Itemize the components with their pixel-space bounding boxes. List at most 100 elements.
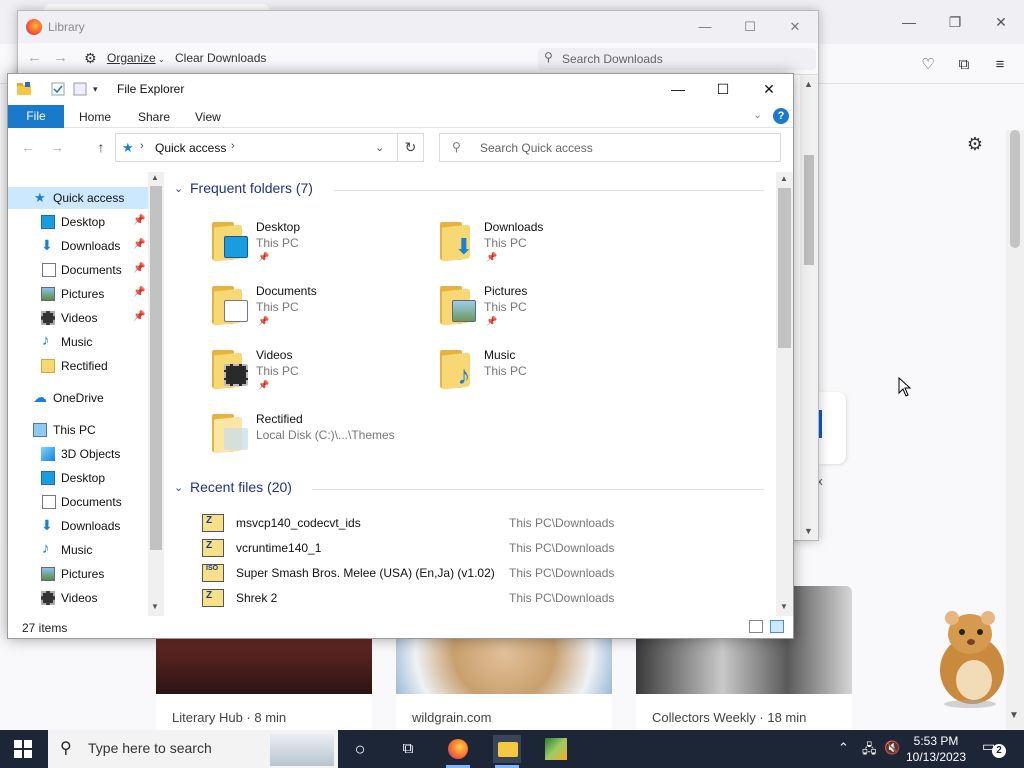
scroll-up-arrow-icon[interactable]: ▲ <box>151 173 159 182</box>
forward-arrow-icon[interactable]: → <box>53 49 68 66</box>
extensions-icon[interactable]: ⧉ <box>953 54 975 76</box>
scroll-up-arrow-icon[interactable]: ▲ <box>780 174 788 183</box>
scroll-up-arrow-icon[interactable]: ▲ <box>804 79 813 89</box>
sidebar-item-music-pc[interactable]: ♪ Music <box>8 539 148 561</box>
address-bar[interactable]: ★ › Quick access › ⌄ <box>115 133 398 162</box>
sidebar-item-quick-access[interactable]: ★ Quick access <box>8 187 148 209</box>
browser-maximize-button[interactable]: ❐ <box>943 10 967 34</box>
sidebar-item-this-pc[interactable]: This PC <box>8 419 148 441</box>
pin-icon: 📌 <box>133 287 146 298</box>
sidebar-item-videos-pc[interactable]: Videos <box>8 587 148 609</box>
expand-ribbon-chevron-icon[interactable]: ⌄ <box>753 108 762 121</box>
folder-tile-rectified[interactable]: Rectified Local Disk (C:)\...\Themes <box>210 406 420 464</box>
recent-files-header[interactable]: ⌄ Recent files (20) <box>174 479 766 499</box>
scroll-down-arrow-icon[interactable]: ▼ <box>151 602 159 611</box>
chevron-down-icon[interactable]: ⌄ <box>375 141 384 154</box>
explorer-maximize-button[interactable]: ☐ <box>708 78 738 100</box>
library-minimize-button[interactable]: — <box>692 17 718 37</box>
scroll-down-arrow-icon[interactable]: ▼ <box>780 602 788 611</box>
task-view-icon[interactable]: ⧉ <box>394 735 422 763</box>
explorer-minimize-button[interactable]: — <box>663 78 693 100</box>
library-maximize-button[interactable]: ☐ <box>737 17 763 37</box>
sidebar-item-rectified[interactable]: Rectified <box>8 355 148 377</box>
scrollbar-thumb[interactable] <box>150 186 162 550</box>
sidebar-item-3d-objects[interactable]: 3D Objects <box>8 443 148 465</box>
refresh-button[interactable]: ↻ <box>398 133 424 162</box>
tab-view[interactable]: View <box>195 110 221 124</box>
sidebar-item-documents[interactable]: Documents 📌 <box>8 259 148 281</box>
library-scrollbar[interactable]: ▲ ▼ <box>800 75 818 540</box>
taskbar-search-input[interactable]: ⚲ Type here to search <box>48 730 338 768</box>
list-item[interactable]: Z Shrek 2 This PC\Downloads <box>202 587 622 609</box>
frequent-folders-header[interactable]: ⌄ Frequent folders (7) <box>174 180 766 200</box>
volume-muted-icon[interactable]: 🔇 <box>884 740 900 756</box>
taskbar-file-explorer[interactable] <box>493 735 521 768</box>
scroll-down-arrow-icon[interactable]: ▼ <box>804 526 813 536</box>
sidebar-item-videos[interactable]: Videos 📌 <box>8 307 148 329</box>
sidebar-item-label: 3D Objects <box>61 447 121 461</box>
search-input[interactable]: ⚲ Search Quick access <box>439 133 781 162</box>
shortcut-card[interactable] <box>818 392 846 464</box>
list-item[interactable]: Z msvcp140_codecvt_ids This PC\Downloads <box>202 512 622 534</box>
cortana-icon[interactable]: ○ <box>346 735 374 763</box>
collapse-chevron-icon[interactable]: ⌄ <box>174 182 183 195</box>
organize-button[interactable]: Organize <box>107 51 156 65</box>
forward-arrow-icon[interactable]: → <box>48 138 66 156</box>
folder-tile-downloads[interactable]: ⬇ Downloads This PC 📌 <box>438 214 648 272</box>
explorer-close-button[interactable]: ✕ <box>754 78 784 100</box>
folder-tile-videos[interactable]: Videos This PC 📌 <box>210 342 420 400</box>
folder-tile-desktop[interactable]: Desktop This PC 📌 <box>210 214 420 272</box>
list-item[interactable]: Z vcruntime140_1 This PC\Downloads <box>202 537 622 559</box>
library-search-input[interactable]: ⚲ Search Downloads <box>538 48 816 70</box>
back-arrow-icon[interactable]: ← <box>19 138 37 156</box>
properties-icon[interactable] <box>51 82 65 96</box>
sidebar-item-downloads[interactable]: ⬇ Downloads 📌 <box>8 235 148 257</box>
sidebar-item-desktop[interactable]: Desktop 📌 <box>8 211 148 233</box>
system-clock[interactable]: 5:53 PM 10/13/2023 <box>904 733 968 765</box>
folder-tile-music[interactable]: ♪ Music This PC <box>438 342 648 400</box>
sidebar-item-downloads-pc[interactable]: ⬇ Downloads <box>8 515 148 537</box>
taskbar-game-app[interactable] <box>542 735 570 763</box>
notification-center-button[interactable]: ▭ 2 <box>982 738 1006 758</box>
menu-icon[interactable]: ≡ <box>989 54 1011 76</box>
new-folder-icon[interactable] <box>73 82 87 96</box>
scrollbar-thumb[interactable] <box>1010 130 1020 248</box>
tab-share[interactable]: Share <box>138 110 170 124</box>
taskbar-firefox[interactable] <box>444 735 472 768</box>
up-arrow-icon[interactable]: ↑ <box>92 138 110 156</box>
navigation-pane-scrollbar[interactable]: ▲ ▼ <box>148 172 164 616</box>
content-scrollbar[interactable]: ▲ ▼ <box>776 172 793 616</box>
help-icon[interactable]: ? <box>773 108 789 124</box>
scroll-down-arrow-icon[interactable]: ▼ <box>1009 710 1019 721</box>
sidebar-item-documents-pc[interactable]: Documents <box>8 491 148 513</box>
collapse-chevron-icon[interactable]: ⌄ <box>174 481 183 494</box>
breadcrumb[interactable]: Quick access <box>155 141 226 155</box>
folder-tile-pictures[interactable]: Pictures This PC 📌 <box>438 278 648 336</box>
breadcrumb-chevron-icon[interactable]: › <box>140 140 144 152</box>
sidebar-item-pictures[interactable]: Pictures 📌 <box>8 283 148 305</box>
scrollbar-thumb[interactable] <box>804 155 814 265</box>
chevron-up-icon[interactable]: ⌃ <box>838 740 849 756</box>
sidebar-item-pictures-pc[interactable]: Pictures <box>8 563 148 585</box>
library-close-button[interactable]: ✕ <box>782 17 808 37</box>
folder-tile-documents[interactable]: Documents This PC 📌 <box>210 278 420 336</box>
gear-icon[interactable]: ⚙ <box>964 133 986 155</box>
customize-toolbar-icon[interactable]: ▾ <box>93 84 107 98</box>
list-item[interactable]: ISO Super Smash Bros. Melee (USA) (En,Ja… <box>202 562 622 584</box>
large-icons-view-icon[interactable] <box>770 620 784 633</box>
tab-home[interactable]: Home <box>79 110 111 124</box>
scrollbar-thumb[interactable] <box>778 188 791 348</box>
clear-downloads-button[interactable]: Clear Downloads <box>175 51 266 65</box>
pocket-icon[interactable]: ♡ <box>917 54 939 76</box>
browser-close-button[interactable]: ✕ <box>989 10 1013 34</box>
details-view-icon[interactable] <box>749 620 763 633</box>
back-arrow-icon[interactable]: ← <box>27 49 42 66</box>
network-icon[interactable]: 🖧 <box>862 740 877 762</box>
sidebar-item-desktop-pc[interactable]: Desktop <box>8 467 148 489</box>
browser-minimize-button[interactable]: — <box>897 10 921 34</box>
breadcrumb-chevron-icon[interactable]: › <box>231 140 235 152</box>
windows-start-icon[interactable] <box>14 740 32 758</box>
sidebar-item-onedrive[interactable]: ☁ OneDrive <box>8 387 148 409</box>
tab-file[interactable]: File <box>8 105 64 128</box>
sidebar-item-music[interactable]: ♪ Music <box>8 331 148 353</box>
